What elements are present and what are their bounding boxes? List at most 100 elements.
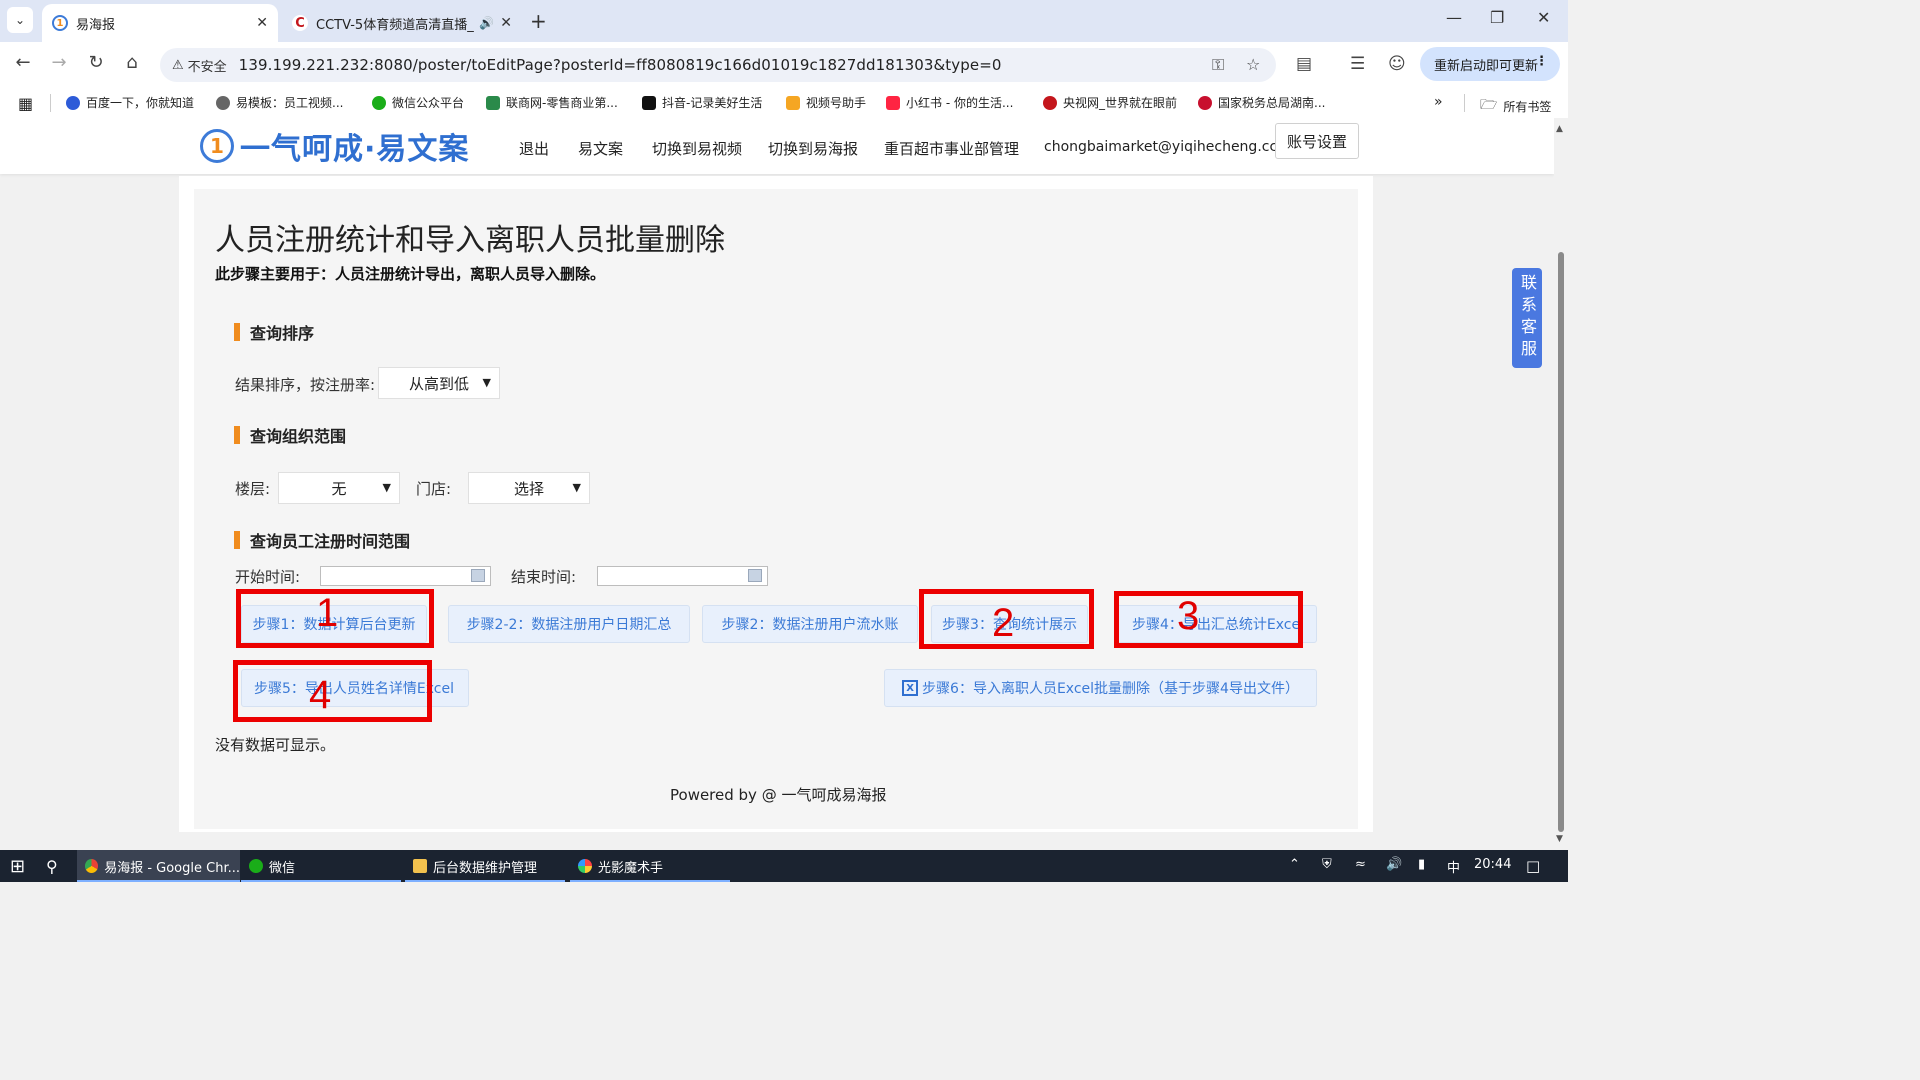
scroll-down-icon[interactable]: ▼: [1556, 834, 1563, 844]
no-data-message: 没有数据可显示。: [215, 736, 336, 754]
contact-service-button[interactable]: 联系客服: [1512, 268, 1542, 368]
page-subtitle: 此步骤主要用于：人员注册统计导出，离职人员导入删除。: [215, 265, 606, 283]
end-date-input[interactable]: [597, 566, 768, 586]
window-close-icon[interactable]: ✕: [1537, 8, 1550, 27]
annotation-box-3: [1114, 591, 1303, 648]
store-select[interactable]: 选择 ▼: [468, 472, 590, 504]
xiaohongshu-icon: [886, 95, 900, 110]
taskbar-item-folder[interactable]: 后台数据维护管理: [405, 850, 565, 882]
bookmark-item[interactable]: 百度一下，你就知道: [66, 94, 194, 111]
close-icon[interactable]: ✕: [256, 15, 268, 31]
site-logo[interactable]: 1 一气呵成·易文案: [200, 124, 469, 168]
nav-division-management[interactable]: 重百超市事业部管理: [884, 138, 1019, 159]
cctv-favicon-icon: C: [292, 15, 308, 31]
bookmark-item[interactable]: 联商网-零售商业第...: [486, 94, 618, 111]
floor-label: 楼层:: [235, 480, 271, 498]
nav-copywriting[interactable]: 易文案: [578, 138, 623, 159]
annotation-number-4: 4: [309, 673, 332, 717]
wechat-icon: [249, 859, 263, 873]
notification-icon[interactable]: □: [1526, 857, 1540, 875]
nav-switch-video[interactable]: 切换到易视频: [652, 138, 742, 159]
browser-tab-bar: ⌄ 1 易海报 ✕ C CCTV-5体育频道高清直播_ 🔊 ✕ + — ❐ ✕: [0, 0, 1568, 42]
reload-icon[interactable]: ↻: [83, 52, 109, 73]
ime-indicator[interactable]: 中: [1447, 857, 1460, 876]
bookmark-item[interactable]: 小红书 - 你的生活...: [886, 94, 1013, 111]
browser-tab-active[interactable]: 1 易海报 ✕: [42, 4, 278, 42]
home-icon[interactable]: ⌂: [119, 52, 145, 73]
minimize-icon[interactable]: —: [1446, 8, 1462, 27]
logo-mark-icon: 1: [200, 129, 234, 163]
bookmark-item[interactable]: 抖音-记录美好生活: [642, 94, 762, 111]
active-indicator: [405, 880, 565, 882]
new-tab-button[interactable]: +: [530, 9, 547, 33]
update-button[interactable]: 重新启动即可更新 ⋮: [1420, 47, 1560, 81]
bookmark-item[interactable]: 微信公众平台: [372, 94, 464, 111]
chevron-down-icon: ⌄: [14, 13, 26, 27]
warning-icon: ⚠: [172, 57, 184, 73]
logo-text: 一气呵成·易文案: [240, 132, 470, 167]
chrome-icon: [85, 859, 99, 873]
volume-icon[interactable]: 🔊: [1386, 857, 1402, 872]
search-icon[interactable]: ⚲: [38, 850, 72, 882]
profile-icon[interactable]: ☺: [1388, 54, 1406, 74]
taskbar-item-wechat[interactable]: 微信: [241, 850, 401, 882]
address-bar[interactable]: ⚠ 不安全 139.199.221.232:8080/poster/toEditP…: [160, 48, 1276, 82]
battery-icon[interactable]: ▮: [1418, 857, 1425, 872]
page-scrollbar[interactable]: ▲ ▼: [1554, 118, 1568, 850]
windows-start-icon[interactable]: ⊞: [2, 850, 36, 882]
star-icon[interactable]: ☆: [1246, 55, 1260, 74]
speaker-icon[interactable]: 🔊: [479, 16, 494, 30]
extensions-icon[interactable]: ▤: [1296, 54, 1312, 74]
bookmark-item[interactable]: 央视网_世界就在眼前: [1043, 94, 1177, 111]
scroll-thumb[interactable]: [1558, 252, 1564, 832]
contact-service-label: 联系客服: [1518, 274, 1537, 362]
shield-icon[interactable]: ⛨: [1322, 857, 1332, 872]
bookmark-divider: [50, 94, 51, 112]
forward-icon[interactable]: →: [46, 52, 72, 73]
photo-app-icon: [578, 859, 592, 873]
tab-search-button[interactable]: ⌄: [7, 7, 33, 33]
annotation-number-1: 1: [316, 591, 339, 635]
restore-icon[interactable]: ❐: [1490, 8, 1504, 27]
browser-toolbar: ← → ↻ ⌂ ⚠ 不安全 139.199.221.232:8080/poster…: [0, 42, 1568, 88]
account-settings-button[interactable]: 账号设置: [1275, 123, 1359, 159]
bookmark-item[interactable]: 国家税务总局湖南...: [1198, 94, 1325, 111]
step6-button[interactable]: X 步骤6：导入离职人员Excel批量删除（基于步骤4导出文件）: [884, 669, 1317, 707]
baidu-icon: [66, 95, 80, 110]
more-menu-icon[interactable]: ⋮: [1535, 54, 1548, 69]
all-bookmarks[interactable]: 🗁 所有书签: [1480, 94, 1551, 118]
clock[interactable]: 20:44: [1474, 857, 1511, 872]
tab-title: 易海报: [76, 17, 116, 33]
windows-taskbar: ⊞ ⚲ 易海报 - Google Chr... 微信 后台数据维护管理 光影魔术…: [0, 850, 1568, 882]
wifi-icon[interactable]: ≈: [1355, 857, 1366, 872]
nav-logout[interactable]: 退出: [519, 138, 549, 159]
sort-select[interactable]: 从高到低 ▼: [378, 367, 500, 399]
start-date-input[interactable]: [320, 566, 491, 586]
floor-select[interactable]: 无 ▼: [278, 472, 400, 504]
key-icon[interactable]: ⚿: [1212, 55, 1224, 75]
media-icon[interactable]: ☰: [1350, 54, 1365, 74]
step2-2-button[interactable]: 步骤2-2：数据注册用户日期汇总: [448, 605, 690, 643]
calendar-icon[interactable]: [748, 569, 762, 582]
calendar-icon[interactable]: [471, 569, 485, 582]
back-icon[interactable]: ←: [10, 52, 36, 73]
tax-bureau-icon: [1198, 95, 1212, 110]
browser-tab[interactable]: C CCTV-5体育频道高清直播_ 🔊 ✕: [282, 4, 522, 42]
bookmark-item[interactable]: 易模板：员工视频...: [216, 94, 343, 111]
chevron-up-icon[interactable]: ⌃: [1289, 857, 1300, 872]
linkshop-icon: [486, 95, 500, 110]
close-icon[interactable]: ✕: [500, 15, 512, 31]
taskbar-item-chrome[interactable]: 易海报 - Google Chr...: [77, 850, 240, 882]
page-viewport: 1 一气呵成·易文案 退出 易文案 切换到易视频 切换到易海报 重百超市事业部管…: [0, 118, 1554, 850]
chevron-right-icon[interactable]: »: [1434, 94, 1443, 110]
nav-user-email[interactable]: chongbaimarket@yiqihecheng.cc: [1044, 139, 1277, 155]
security-warning[interactable]: ⚠ 不安全: [172, 56, 227, 75]
apps-grid-icon[interactable]: ▦: [18, 94, 33, 113]
taskbar-item-photo[interactable]: 光影魔术手: [570, 850, 730, 882]
url-text[interactable]: 139.199.221.232:8080/poster/toEditPage?p…: [239, 56, 1002, 74]
site-header: 1 一气呵成·易文案 退出 易文案 切换到易视频 切换到易海报 重百超市事业部管…: [0, 118, 1554, 174]
nav-switch-poster[interactable]: 切换到易海报: [768, 138, 858, 159]
step2-button[interactable]: 步骤2：数据注册用户流水账: [702, 605, 918, 643]
bookmark-item[interactable]: 视频号助手: [786, 94, 866, 111]
scroll-up-icon[interactable]: ▲: [1556, 124, 1563, 134]
